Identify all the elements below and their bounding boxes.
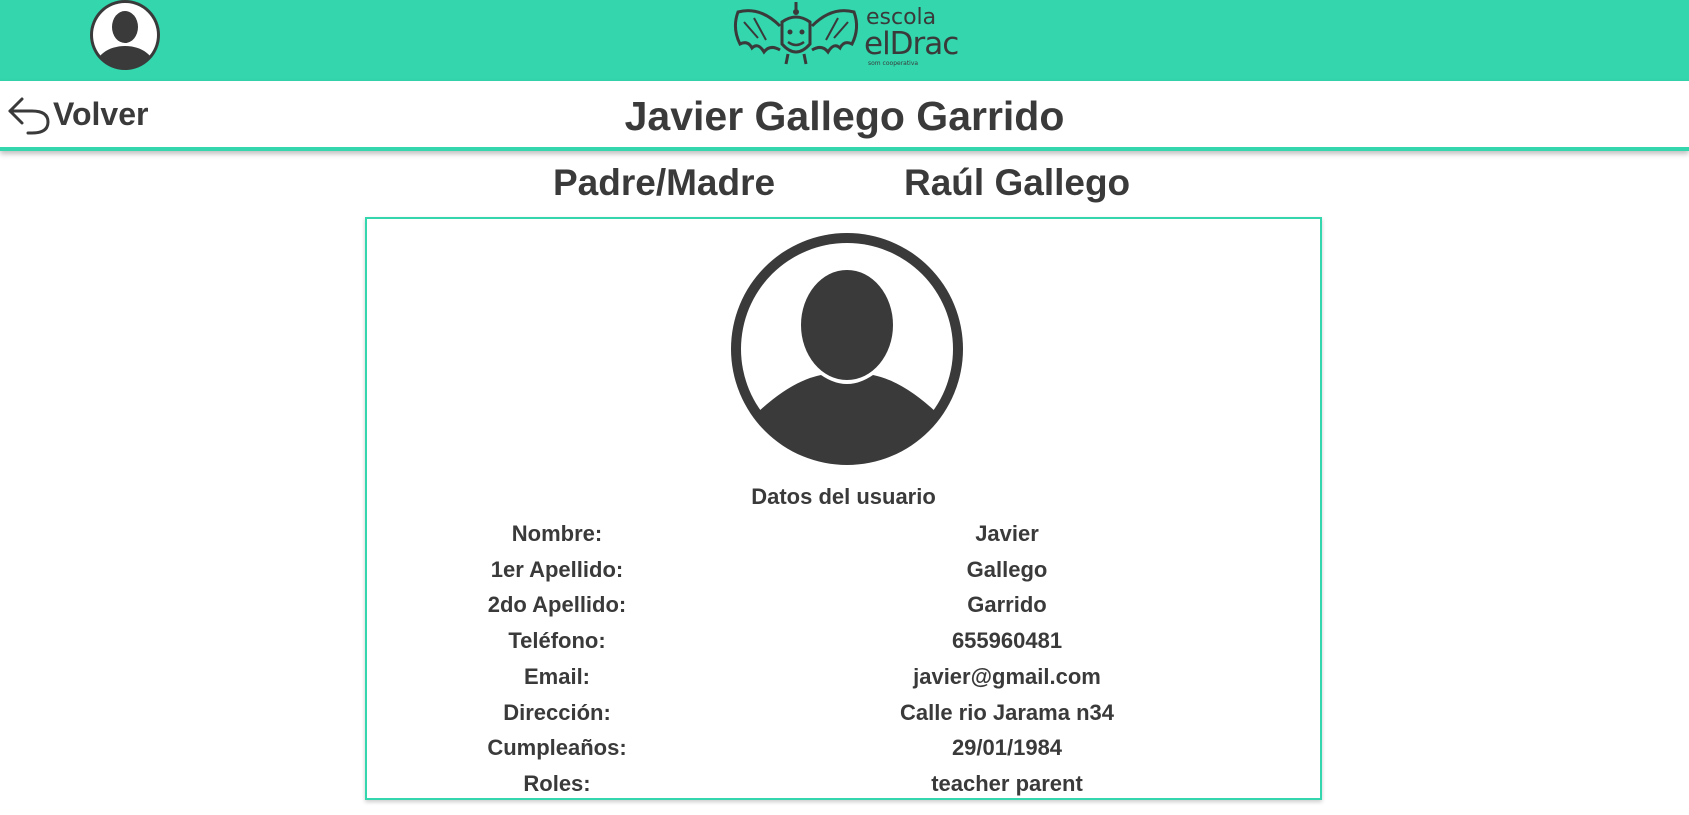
- field-row-apellido1: 1er Apellido: Gallego: [367, 557, 1320, 591]
- back-label: Volver: [53, 95, 149, 132]
- field-value: Gallego: [966, 557, 1048, 582]
- sub-header: Volver Javier Gallego Garrido: [0, 81, 1689, 151]
- field-label: 2do Apellido:: [487, 592, 627, 617]
- back-button[interactable]: Volver: [6, 91, 148, 137]
- top-bar: escola elDrac som cooperativa: [0, 0, 1689, 81]
- relation-row: Padre/Madre Raúl Gallego: [0, 158, 1689, 208]
- field-value: 655960481: [951, 628, 1063, 653]
- field-label: 1er Apellido:: [490, 557, 624, 582]
- field-value: 29/01/1984: [951, 735, 1063, 760]
- user-avatar-icon[interactable]: [86, 0, 164, 74]
- field-label: Roles:: [523, 771, 591, 796]
- field-row-telefono: Teléfono: 655960481: [367, 628, 1320, 662]
- field-value: Javier: [975, 521, 1039, 546]
- field-row-cumpleanos: Cumpleaños: 29/01/1984: [367, 735, 1320, 769]
- field-row-nombre: Nombre: Javier: [367, 521, 1320, 555]
- user-data-heading: Datos del usuario: [751, 484, 936, 509]
- user-avatar-icon: [731, 233, 963, 465]
- field-value: javier@gmail.com: [913, 664, 1101, 689]
- field-label: Dirección:: [503, 700, 611, 725]
- field-row-apellido2: 2do Apellido: Garrido: [367, 592, 1320, 626]
- field-label: Teléfono:: [508, 628, 606, 653]
- field-row-email: Email: javier@gmail.com: [367, 664, 1320, 698]
- logo-text-cooperativa: som cooperativa: [868, 60, 919, 67]
- escola-eldrac-logo[interactable]: escola elDrac som cooperativa: [730, 0, 962, 74]
- field-label: Email:: [523, 664, 591, 689]
- relation-label: Padre/Madre: [553, 162, 776, 203]
- field-label: Cumpleaños:: [487, 735, 627, 760]
- arrow-back-icon: [8, 97, 50, 135]
- field-row-roles: Roles: teacher parent: [367, 771, 1320, 805]
- field-value: teacher parent: [931, 771, 1083, 796]
- page-title: Javier Gallego Garrido: [624, 93, 1065, 139]
- field-value: Garrido: [967, 592, 1047, 617]
- relation-name: Raúl Gallego: [904, 162, 1131, 203]
- field-value: Calle rio Jarama n34: [899, 700, 1114, 725]
- logo-text-eldrac: elDrac: [864, 26, 959, 62]
- field-label: Nombre:: [511, 521, 603, 546]
- user-data-card: Datos del usuario Nombre: Javier 1er Ape…: [365, 217, 1322, 800]
- field-row-direccion: Dirección: Calle rio Jarama n34: [367, 700, 1320, 734]
